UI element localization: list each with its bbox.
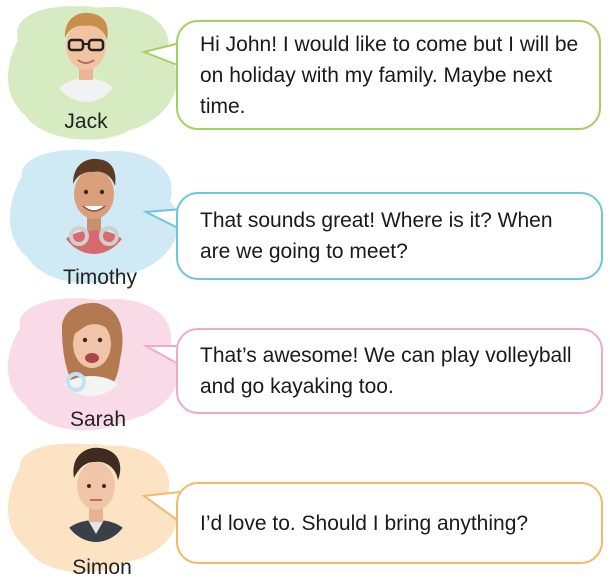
message-row-simon: Simon I’d love to. Should I bring anythi… xyxy=(0,440,610,581)
speech-bubble: Hi John! I would like to come but I will… xyxy=(176,20,601,130)
sender-name: Sarah xyxy=(69,408,127,431)
sender-name: Jack xyxy=(64,110,108,133)
timothy-avatar xyxy=(55,154,133,254)
simon-avatar xyxy=(58,444,134,542)
sender-name: Simon xyxy=(72,556,132,579)
message-row-jack: Jack Hi John! I would like to come but I… xyxy=(0,0,610,150)
speech-bubble: That’s awesome! We can play volleyball a… xyxy=(176,328,603,414)
message-row-sarah: Sarah That’s awesome! We can play volley… xyxy=(0,294,610,444)
sarah-avatar xyxy=(50,300,132,396)
sender-name: Timothy xyxy=(63,266,137,289)
jack-avatar xyxy=(48,6,124,102)
message-row-timothy: Timothy That sounds great! Where is it? … xyxy=(0,146,610,296)
speech-bubble: I’d love to. Should I bring anything? xyxy=(176,482,603,564)
speech-bubble: That sounds great! Where is it? When are… xyxy=(176,192,603,280)
